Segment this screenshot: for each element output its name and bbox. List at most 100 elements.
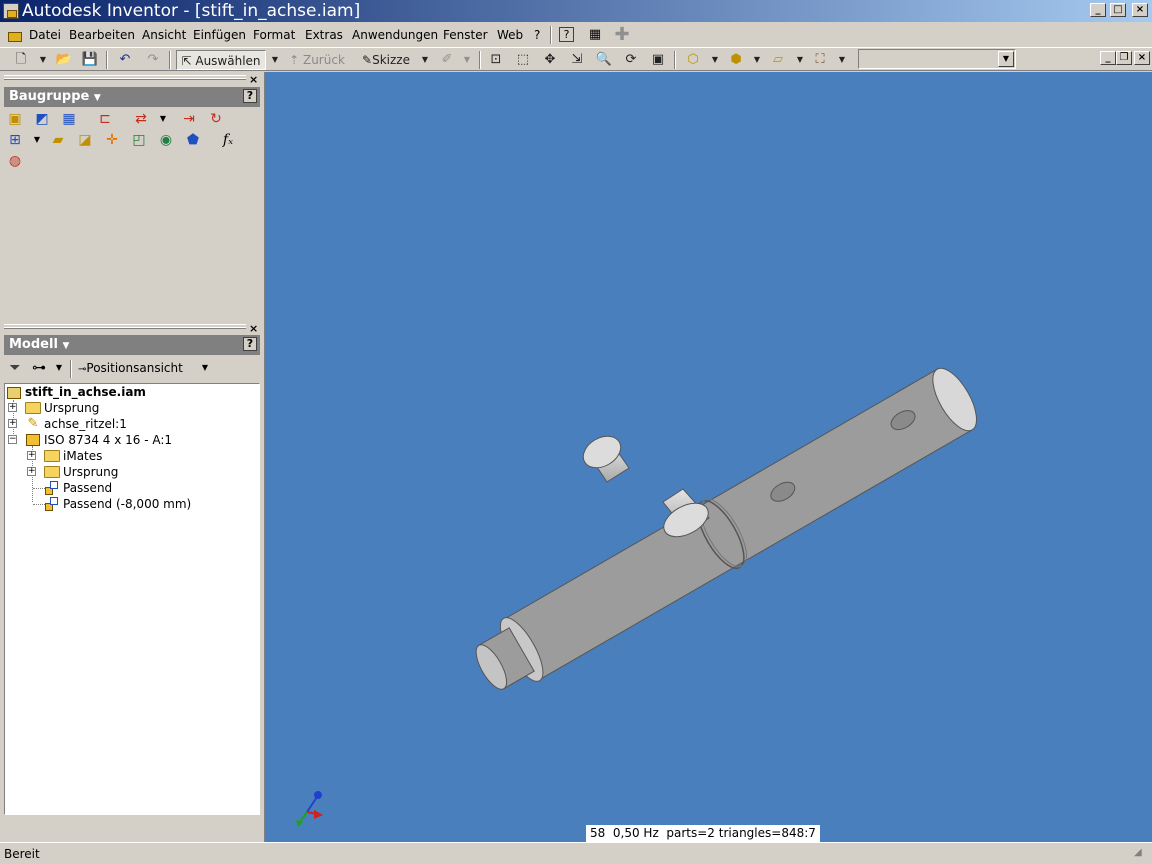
zoom-icon[interactable]: 🔍 (595, 50, 613, 70)
shaft-model[interactable] (265, 72, 1152, 842)
replace-dropdown-arrow[interactable]: ▼ (154, 110, 172, 128)
style-pencil-icon[interactable]: ✐ (438, 50, 456, 70)
tree-item-mate-1[interactable]: Passend (63, 480, 112, 496)
parameters-fx-icon[interactable]: fₓ (219, 131, 237, 149)
zoom-selected-icon[interactable]: ⇲ (568, 50, 586, 70)
resize-grip-icon[interactable]: ◢ (1134, 847, 1148, 861)
tree-expander[interactable]: + (8, 403, 17, 412)
extrude-icon[interactable]: ◰ (130, 131, 148, 149)
filter-icon[interactable]: ⏷ (6, 359, 24, 377)
new-dropdown-arrow[interactable]: ▼ (38, 50, 48, 70)
assembly-panel-grip[interactable] (4, 75, 246, 80)
pin-upper[interactable] (578, 430, 630, 483)
sketch-dropdown-arrow[interactable]: ▼ (420, 50, 430, 70)
document-icon[interactable] (7, 28, 23, 42)
tree-expander[interactable]: + (27, 467, 36, 476)
redo-icon[interactable]: ↷ (144, 50, 162, 70)
maximize-button[interactable]: □ (1110, 3, 1126, 17)
style-dropdown-arrow[interactable]: ▼ (462, 50, 472, 70)
pan-icon[interactable]: ✥ (541, 50, 559, 70)
move-component-icon[interactable]: ⇥ (180, 110, 198, 128)
menu-bar: Datei Bearbeiten Ansicht Einfügen Format… (0, 24, 1152, 65)
section-dropdown-arrow[interactable]: ▼ (28, 131, 46, 149)
save-icon[interactable]: 💾 (81, 50, 99, 70)
menu-format[interactable]: Format (253, 28, 295, 42)
work-axis-icon[interactable]: ◪ (76, 131, 94, 149)
model-panel-grip[interactable] (4, 324, 246, 329)
structure-icon[interactable]: ⛶ (811, 50, 829, 70)
model-help-icon[interactable]: ? (243, 337, 257, 351)
work-point-icon[interactable]: ✛ (103, 131, 121, 149)
menu-bearbeiten[interactable]: Bearbeiten (69, 28, 135, 42)
model-panel-header[interactable]: Modell ▼ ? (4, 335, 260, 355)
camera-icon[interactable]: ⬢ (727, 50, 745, 70)
place-component-icon[interactable]: ▣ (6, 110, 24, 128)
tree-item-origin[interactable]: Ursprung (44, 400, 99, 416)
look-at-icon[interactable]: ▣ (649, 50, 667, 70)
section-view-icon[interactable]: ⊞ (6, 131, 24, 149)
pattern-component-icon[interactable]: ▦ (60, 110, 78, 128)
rotate-icon[interactable]: ⟳ (622, 50, 640, 70)
undo-icon[interactable]: ↶ (116, 50, 134, 70)
tree-item-mate-2[interactable]: Passend (-8,000 mm) (63, 496, 191, 512)
hole-icon[interactable]: ◉ (157, 131, 175, 149)
menu-einfuegen[interactable]: Einfügen (193, 28, 246, 42)
tree-expander[interactable]: − (8, 435, 17, 444)
ground-plane-dropdown-arrow[interactable]: ▼ (795, 50, 805, 70)
work-plane-icon[interactable]: ▰ (49, 131, 67, 149)
assembly-panel-close-icon[interactable]: × (249, 73, 258, 86)
chamfer-icon[interactable]: ⬟ (184, 131, 202, 149)
tree-item-part-iso[interactable]: ISO 8734 4 x 16 - A:1 (44, 432, 172, 448)
model-panel-close-icon[interactable]: × (249, 322, 258, 335)
view-representation-dropdown-arrow[interactable]: ▼ (196, 359, 214, 377)
back-button[interactable]: ⇡ Zurück (288, 50, 346, 70)
assembly-panel-header[interactable]: Baugruppe ▼ ? (4, 87, 260, 107)
graphics-viewport[interactable]: 58 0,50 Hz parts=2 triangles=848:7 (264, 72, 1152, 842)
display-mode-icon[interactable]: ⬡ (684, 50, 702, 70)
tree-item-part-achse[interactable]: achse_ritzel:1 (44, 416, 127, 432)
ground-plane-icon[interactable]: ▱ (769, 50, 787, 70)
view-representation-button[interactable]: ⊸Positionsansicht (78, 359, 208, 377)
style-combo[interactable]: ▼ (858, 49, 1016, 69)
menu-extras[interactable]: Extras (305, 28, 343, 42)
replace-component-icon[interactable]: ⇄ (132, 110, 150, 128)
analysis-icon[interactable]: ◍ (6, 152, 24, 170)
menu-datei[interactable]: Datei (29, 28, 61, 42)
tree-expander[interactable]: + (8, 419, 17, 428)
plus-icon[interactable]: ✚ (613, 26, 631, 44)
tree-item-imates[interactable]: iMates (63, 448, 102, 464)
model-browser[interactable]: stift_in_achse.iam + Ursprung + ✎ achse_… (4, 383, 260, 815)
zoom-window-icon[interactable]: ⬚ (514, 50, 532, 70)
tree-expander[interactable]: + (27, 451, 36, 460)
tree-item-origin-sub[interactable]: Ursprung (63, 464, 118, 480)
folder-icon (44, 450, 60, 462)
whats-this-help-icon[interactable]: ? (559, 27, 574, 42)
constraint-icon[interactable]: ⊏ (96, 110, 114, 128)
zoom-all-icon[interactable]: ⊡ (487, 50, 505, 70)
browser-view-icon[interactable]: ⊶ (30, 359, 48, 377)
rotate-component-icon[interactable]: ↻ (207, 110, 225, 128)
select-dropdown-arrow[interactable]: ▼ (270, 50, 280, 70)
new-file-icon[interactable]: 🗋 (12, 50, 30, 70)
close-button[interactable]: × (1132, 3, 1148, 17)
shaft-body[interactable] (464, 359, 987, 705)
sketch-button[interactable]: ✎Skizze (356, 50, 416, 70)
open-folder-icon[interactable]: 📂 (55, 50, 73, 70)
create-component-icon[interactable]: ◩ (33, 110, 51, 128)
menu-help[interactable]: ? (534, 28, 540, 42)
display-mode-dropdown-arrow[interactable]: ▼ (710, 50, 720, 70)
calculator-icon[interactable]: ▦ (586, 26, 604, 44)
camera-dropdown-arrow[interactable]: ▼ (752, 50, 762, 70)
assembly-help-icon[interactable]: ? (243, 89, 257, 103)
structure-dropdown-arrow[interactable]: ▼ (837, 50, 847, 70)
tree-item-assembly[interactable]: stift_in_achse.iam (25, 384, 146, 400)
menu-anwendungen[interactable]: Anwendungen (352, 28, 438, 42)
style-combo-arrow[interactable]: ▼ (998, 51, 1014, 67)
menu-web[interactable]: Web (497, 28, 523, 42)
browser-view-dropdown-arrow[interactable]: ▼ (50, 359, 68, 377)
inventor-app-icon[interactable] (3, 3, 19, 19)
menu-ansicht[interactable]: Ansicht (142, 28, 186, 42)
minimize-button[interactable]: _ (1090, 3, 1106, 17)
select-button[interactable]: ⇱ Auswählen (176, 50, 266, 70)
menu-fenster[interactable]: Fenster (443, 28, 488, 42)
